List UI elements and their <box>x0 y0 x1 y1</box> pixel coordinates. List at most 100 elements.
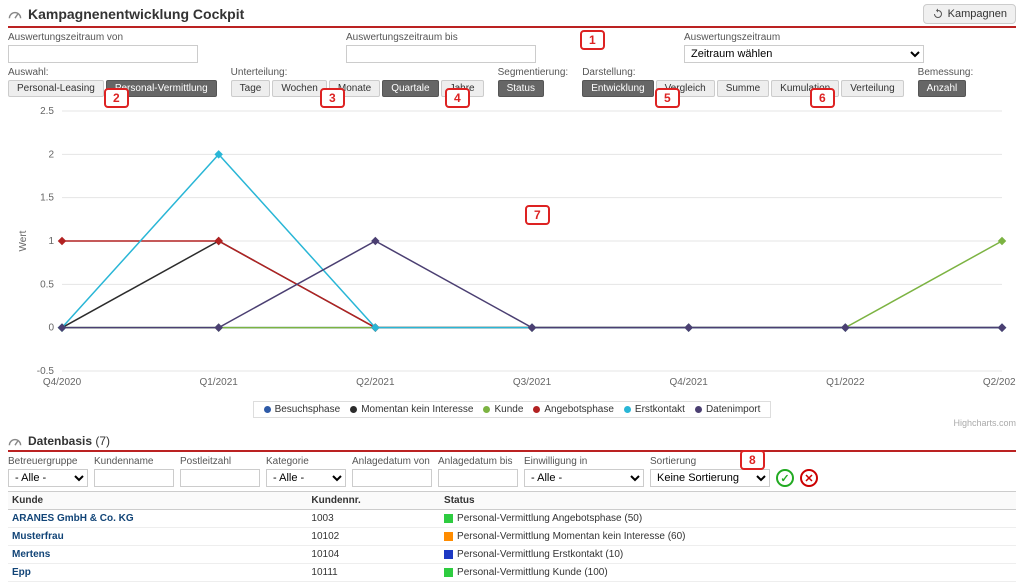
svg-text:Q1/2021: Q1/2021 <box>199 377 238 388</box>
unterteilung-label: Unterteilung: <box>231 67 484 78</box>
unterteilung-quartale[interactable]: Quartale <box>382 80 438 97</box>
from-label: Auswertungszeitraum von <box>8 32 338 43</box>
datenbasis-table: Kunde Kundennr. Status ARANES GmbH & Co.… <box>8 491 1016 582</box>
svg-text:0.5: 0.5 <box>40 279 54 290</box>
marker-6: 6 <box>810 88 835 108</box>
svg-text:Q1/2022: Q1/2022 <box>826 377 865 388</box>
cell-kunde[interactable]: Musterfrau <box>8 528 307 546</box>
toolbar: Auswahl: Personal-LeasingPersonal-Vermit… <box>8 67 1016 97</box>
table-row[interactable]: Musterfrau10102Personal-Vermittlung Mome… <box>8 528 1016 546</box>
group-darstellung: Darstellung: EntwicklungVergleichSummeKu… <box>582 67 903 97</box>
bemessung-anzahl[interactable]: Anzahl <box>918 80 967 97</box>
table-row[interactable]: Epp10111Personal-Vermittlung Kunde (100) <box>8 564 1016 582</box>
svg-text:0: 0 <box>48 323 54 334</box>
table-row[interactable]: ARANES GmbH & Co. KG1003Personal-Vermitt… <box>8 510 1016 528</box>
f-betreuer[interactable]: - Alle - <box>8 469 88 487</box>
col-kundennr[interactable]: Kundennr. <box>307 492 440 510</box>
table-row[interactable]: Mertens10104Personal-Vermittlung Erstkon… <box>8 546 1016 564</box>
marker-3: 3 <box>320 88 345 108</box>
apply-icon[interactable]: ✓ <box>776 469 794 487</box>
bemessung-label: Bemessung: <box>918 67 974 78</box>
col-status[interactable]: Status <box>440 492 1016 510</box>
svg-text:Q2/2022: Q2/2022 <box>983 377 1016 388</box>
svg-text:1: 1 <box>48 236 54 247</box>
legend-item[interactable]: Momentan kein Interesse <box>350 404 473 415</box>
f-einw[interactable]: - Alle - <box>524 469 644 487</box>
period-label: Auswertungszeitraum <box>684 32 924 43</box>
svg-text:Q2/2021: Q2/2021 <box>356 377 395 388</box>
unterteilung-tage[interactable]: Tage <box>231 80 271 97</box>
unterteilung-wochen[interactable]: Wochen <box>272 80 327 97</box>
f-plz-label: Postleitzahl <box>180 456 260 467</box>
legend-item[interactable]: Angebotsphase <box>533 404 614 415</box>
cell-status: Personal-Vermittlung Kunde (100) <box>440 564 1016 582</box>
gauge-icon <box>8 9 22 19</box>
legend-item[interactable]: Erstkontakt <box>624 404 685 415</box>
group-bemessung: Bemessung: Anzahl <box>918 67 974 97</box>
f-bis-label: Anlagedatum bis <box>438 456 518 467</box>
title-bar: Kampagnenentwicklung Cockpit Kampagnen <box>8 4 1016 28</box>
to-input[interactable] <box>346 45 536 63</box>
marker-1: 1 <box>580 30 605 50</box>
cell-status: Personal-Vermittlung Erstkontakt (10) <box>440 546 1016 564</box>
f-kat-label: Kategorie <box>266 456 346 467</box>
segment-status[interactable]: Status <box>498 80 544 97</box>
period-select[interactable]: Zeitraum wählen <box>684 45 924 63</box>
legend-item[interactable]: Datenimport <box>695 404 760 415</box>
chart-credits: Highcharts.com <box>8 418 1016 428</box>
cell-kundennr: 1003 <box>307 510 440 528</box>
chart-legend: Besuchsphase Momentan kein Interesse Kunde… <box>253 401 772 418</box>
cell-kunde[interactable]: ARANES GmbH & Co. KG <box>8 510 307 528</box>
marker-8: 8 <box>740 450 765 470</box>
marker-2: 2 <box>104 88 129 108</box>
period-filters: Auswertungszeitraum von Auswertungszeitr… <box>8 32 1016 63</box>
darstellung-label: Darstellung: <box>582 67 903 78</box>
campaigns-button[interactable]: Kampagnen <box>923 4 1016 24</box>
darstellung-summe[interactable]: Summe <box>717 80 769 97</box>
clear-icon[interactable]: ✕ <box>800 469 818 487</box>
darstellung-entwicklung[interactable]: Entwicklung <box>582 80 653 97</box>
cell-kunde[interactable]: Epp <box>8 564 307 582</box>
cell-kundennr: 10111 <box>307 564 440 582</box>
chart: -0.500.511.522.5Q4/2020Q1/2021Q2/2021Q3/… <box>8 101 1016 401</box>
f-von[interactable] <box>352 469 432 487</box>
svg-text:-0.5: -0.5 <box>37 366 55 377</box>
darstellung-verteilung[interactable]: Verteilung <box>841 80 903 97</box>
f-kunde-label: Kundenname <box>94 456 174 467</box>
f-kat[interactable]: - Alle - <box>266 469 346 487</box>
to-label: Auswertungszeitraum bis <box>346 32 676 43</box>
campaigns-button-label: Kampagnen <box>948 8 1007 20</box>
marker-4: 4 <box>445 88 470 108</box>
cell-kunde[interactable]: Mertens <box>8 546 307 564</box>
f-einw-label: Einwilligung in <box>524 456 644 467</box>
legend-item[interactable]: Besuchsphase <box>264 404 341 415</box>
legend-item[interactable]: Kunde <box>483 404 523 415</box>
datenbasis-count: (7) <box>95 434 110 448</box>
auswahl-label: Auswahl: <box>8 67 217 78</box>
group-segment: Segmentierung: Status <box>498 67 569 97</box>
gauge-icon <box>8 436 22 446</box>
f-betreuer-label: Betreuergruppe <box>8 456 88 467</box>
f-bis[interactable] <box>438 469 518 487</box>
marker-7: 7 <box>525 205 550 225</box>
datenbasis-header: Datenbasis (7) <box>8 434 1016 452</box>
col-kunde[interactable]: Kunde <box>8 492 307 510</box>
svg-text:1.5: 1.5 <box>40 193 54 204</box>
f-plz[interactable] <box>180 469 260 487</box>
svg-text:Wert: Wert <box>18 230 29 251</box>
cell-kundennr: 10102 <box>307 528 440 546</box>
f-kunde[interactable] <box>94 469 174 487</box>
refresh-icon <box>932 8 944 20</box>
segment-label: Segmentierung: <box>498 67 569 78</box>
svg-text:Q4/2020: Q4/2020 <box>43 377 82 388</box>
svg-text:2: 2 <box>48 149 54 160</box>
from-input[interactable] <box>8 45 198 63</box>
svg-text:Q4/2021: Q4/2021 <box>669 377 708 388</box>
svg-text:2.5: 2.5 <box>40 106 54 117</box>
cell-status: Personal-Vermittlung Momentan kein Inter… <box>440 528 1016 546</box>
datenbasis-filters: Betreuergruppe - Alle - Kundenname Postle… <box>8 456 1016 487</box>
f-sort[interactable]: Keine Sortierung <box>650 469 770 487</box>
marker-5: 5 <box>655 88 680 108</box>
auswahl-personal-leasing[interactable]: Personal-Leasing <box>8 80 104 97</box>
cell-status: Personal-Vermittlung Angebotsphase (50) <box>440 510 1016 528</box>
